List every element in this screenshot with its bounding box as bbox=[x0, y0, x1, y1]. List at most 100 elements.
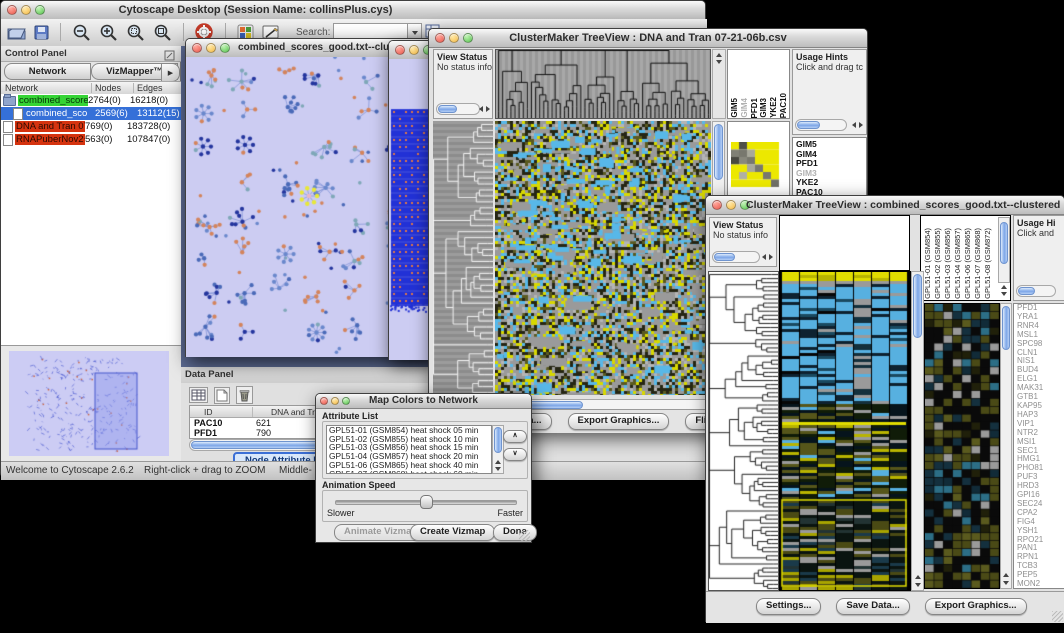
window-controls[interactable] bbox=[7, 5, 45, 15]
faster-label: Faster bbox=[497, 508, 523, 518]
tv1-mini-heatmap[interactable] bbox=[731, 142, 781, 188]
close-button[interactable] bbox=[395, 45, 405, 55]
column-label[interactable]: GIM5 bbox=[730, 98, 740, 118]
zoom-out-icon[interactable] bbox=[72, 23, 91, 42]
scroll-thumb[interactable] bbox=[714, 253, 735, 261]
network2-canvas[interactable] bbox=[389, 59, 432, 360]
tv2-row-dendrogram[interactable] bbox=[708, 271, 779, 591]
zoom-button[interactable] bbox=[463, 33, 473, 43]
column-label[interactable]: GPL51-08 (GSM872) bbox=[983, 228, 993, 299]
column-label[interactable]: GPL51-01 (GSM854) bbox=[923, 228, 933, 299]
network-edges-count: 107847(0) bbox=[127, 134, 181, 145]
close-button[interactable] bbox=[435, 33, 445, 43]
close-button[interactable] bbox=[7, 5, 17, 15]
tv2-heatmap[interactable] bbox=[779, 271, 911, 591]
treeview2-title-bar[interactable]: ClusterMaker TreeView : combined_scores_… bbox=[706, 196, 1064, 215]
network-nodes-count: 2764(0) bbox=[88, 95, 130, 106]
close-button[interactable] bbox=[712, 200, 722, 210]
id-column-header[interactable]: ID bbox=[204, 407, 213, 417]
column-label[interactable]: GIM3 bbox=[759, 98, 769, 118]
tv2-usage-hscroll[interactable] bbox=[1016, 285, 1056, 297]
minimize-button[interactable] bbox=[449, 33, 459, 43]
close-button[interactable] bbox=[192, 43, 202, 53]
scroll-thumb[interactable] bbox=[438, 105, 457, 113]
column-label[interactable]: GPL51-03 (GSM856) bbox=[943, 228, 953, 299]
dialog-title-bar[interactable]: Map Colors to Network bbox=[316, 394, 531, 409]
scroll-thumb[interactable] bbox=[1002, 306, 1010, 350]
treeview2-title: ClusterMaker TreeView : combined_scores_… bbox=[746, 196, 1060, 214]
tabs-overflow-button[interactable]: ▶ bbox=[161, 63, 180, 82]
scroll-thumb[interactable] bbox=[1000, 222, 1008, 264]
treeview-button[interactable]: Settings... bbox=[756, 598, 821, 615]
scroll-thumb[interactable] bbox=[714, 124, 723, 180]
scroll-thumb[interactable] bbox=[494, 427, 502, 453]
zoom-button[interactable] bbox=[35, 5, 45, 15]
tv2-heatmap-vscroll[interactable] bbox=[911, 271, 924, 591]
control-panel-tab[interactable]: Network bbox=[4, 63, 91, 80]
minimize-button[interactable] bbox=[409, 45, 419, 55]
attribute-row-id: PAC10 bbox=[194, 418, 222, 428]
scroll-thumb[interactable] bbox=[1018, 287, 1035, 295]
move-down-button[interactable]: ∨ bbox=[503, 448, 527, 461]
column-label[interactable]: GPL51-02 (GSM855) bbox=[933, 228, 943, 299]
minimize-button[interactable] bbox=[726, 200, 736, 210]
tv1-top-scroll-strip[interactable] bbox=[712, 49, 726, 119]
network-view2-window bbox=[388, 40, 433, 360]
tv2-column-dendrogram-area[interactable] bbox=[779, 215, 910, 271]
column-label[interactable]: PAC10 bbox=[779, 93, 789, 118]
treeview-button[interactable]: Export Graphics... bbox=[568, 413, 670, 430]
tv1-heatmap[interactable] bbox=[495, 121, 711, 395]
treeview-button[interactable]: Export Graphics... bbox=[925, 598, 1027, 615]
move-up-button[interactable]: ∧ bbox=[503, 430, 527, 443]
zoom-fit-icon[interactable] bbox=[153, 23, 172, 42]
close-button[interactable] bbox=[320, 397, 328, 405]
network-row[interactable]: RNAPuberNov2+| 563(0) 107847(0) bbox=[1, 133, 181, 146]
gene-label[interactable]: MON2 bbox=[1017, 580, 1064, 589]
minimize-button[interactable] bbox=[331, 397, 339, 405]
minimize-button[interactable] bbox=[206, 43, 216, 53]
tv1-column-dendrogram[interactable] bbox=[495, 49, 711, 119]
tv2-labels-vscroll[interactable] bbox=[998, 217, 1010, 283]
birdseye-view[interactable] bbox=[9, 351, 169, 456]
zoom-selected-icon[interactable] bbox=[126, 23, 145, 42]
done-button[interactable]: Done bbox=[493, 524, 537, 541]
network-table-header[interactable]: Network Nodes Edges bbox=[1, 81, 181, 95]
scroll-thumb[interactable] bbox=[797, 121, 820, 129]
column-label[interactable]: PFD1 bbox=[750, 98, 760, 118]
network-view2-title-bar[interactable] bbox=[389, 41, 432, 60]
attribute-list-item[interactable]: GPL51-07 (GSM868) heat shock 60 min bbox=[329, 470, 491, 474]
tv2-status-hscroll[interactable] bbox=[712, 251, 760, 263]
network-row[interactable]: combined_scores 2764(0) 16218(0) bbox=[1, 94, 181, 107]
tv2-column-labels-panel: GPL51-01 (GSM854)GPL51-02 (GSM855)GPL51-… bbox=[920, 215, 1011, 301]
search-label: Search: bbox=[296, 27, 330, 38]
delete-attribute-icon[interactable] bbox=[236, 386, 253, 404]
tv1-status-hscroll[interactable] bbox=[436, 103, 480, 115]
tv1-row-dendrogram[interactable] bbox=[433, 121, 493, 395]
resize-grip[interactable] bbox=[519, 530, 530, 541]
main-title-bar[interactable]: Cytoscape Desktop (Session Name: collins… bbox=[1, 1, 705, 20]
save-session-icon[interactable] bbox=[34, 25, 49, 40]
network-row[interactable]: DNA and Tran 07 769(0) 183728(0) bbox=[1, 120, 181, 133]
zoom-button[interactable] bbox=[342, 397, 350, 405]
column-label[interactable]: YKE2 bbox=[769, 97, 779, 118]
zoom-in-icon[interactable] bbox=[99, 23, 118, 42]
tv1-usage-hscroll[interactable] bbox=[795, 119, 847, 131]
column-label[interactable]: GIM4 bbox=[740, 98, 750, 118]
tv2-zoom-heatmap[interactable] bbox=[924, 303, 1000, 589]
column-label[interactable]: GPL51-06 (GSM865) bbox=[963, 228, 973, 299]
treeview1-title-bar[interactable]: ClusterMaker TreeView : DNA and Tran 07-… bbox=[429, 29, 867, 48]
column-label[interactable]: GPL51-04 (GSM857) bbox=[953, 228, 963, 299]
new-attribute-icon[interactable] bbox=[214, 387, 230, 404]
network-row[interactable]: combined_sco 2569(6) 13112(15) bbox=[1, 107, 181, 120]
resize-grip[interactable] bbox=[1052, 611, 1063, 622]
create-vizmap-button[interactable]: Create Vizmap bbox=[410, 524, 495, 541]
attribute-table-icon[interactable] bbox=[189, 387, 208, 403]
tv2-zoom-vscroll[interactable] bbox=[1000, 303, 1012, 589]
minimize-button[interactable] bbox=[21, 5, 31, 15]
scroll-thumb[interactable] bbox=[913, 274, 922, 338]
attribute-list-vscroll[interactable] bbox=[492, 425, 504, 474]
speed-slider-thumb[interactable] bbox=[420, 495, 433, 509]
column-label[interactable]: GPL51-07 (GSM868) bbox=[973, 228, 983, 299]
open-session-icon[interactable] bbox=[7, 25, 26, 40]
treeview-button[interactable]: Save Data... bbox=[836, 598, 909, 615]
